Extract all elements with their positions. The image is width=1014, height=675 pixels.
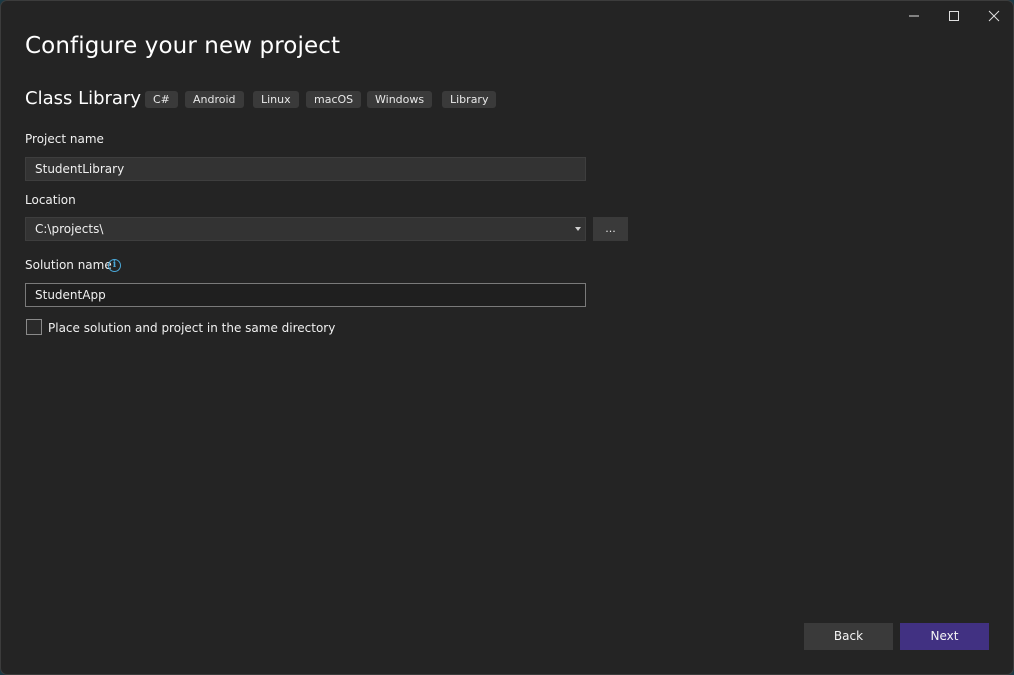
- project-name-input[interactable]: StudentLibrary: [25, 157, 586, 181]
- tag-macos: macOS: [306, 91, 362, 108]
- back-button[interactable]: Back: [804, 623, 893, 650]
- tag-android: Android: [185, 91, 244, 108]
- close-button[interactable]: [974, 1, 1013, 31]
- tag-windows: Windows: [367, 91, 433, 108]
- project-name-label: Project name: [25, 132, 104, 146]
- next-button[interactable]: Next: [900, 623, 989, 650]
- location-combobox[interactable]: C:\projects\: [25, 217, 586, 241]
- minimize-icon: [909, 15, 919, 17]
- solution-name-label: Solution name: [25, 258, 112, 272]
- template-name: Class Library: [25, 88, 142, 109]
- configure-project-dialog: Configure your new project Class Library…: [0, 0, 1014, 675]
- same-directory-checkbox[interactable]: [26, 319, 42, 335]
- minimize-button[interactable]: [894, 1, 934, 31]
- tag-library: Library: [442, 91, 497, 108]
- info-icon[interactable]: i: [108, 259, 121, 272]
- location-value: C:\projects\: [35, 222, 104, 236]
- chevron-down-icon[interactable]: [575, 227, 581, 231]
- same-directory-label[interactable]: Place solution and project in the same d…: [48, 321, 335, 335]
- maximize-button[interactable]: [934, 1, 974, 31]
- tag-csharp: C#: [145, 91, 178, 108]
- location-label: Location: [25, 193, 76, 207]
- page-title: Configure your new project: [25, 33, 341, 59]
- maximize-icon: [949, 11, 959, 21]
- close-icon: [988, 10, 1000, 22]
- browse-button[interactable]: ...: [593, 217, 628, 241]
- tag-linux: Linux: [253, 91, 299, 108]
- solution-name-input[interactable]: StudentApp: [25, 283, 586, 307]
